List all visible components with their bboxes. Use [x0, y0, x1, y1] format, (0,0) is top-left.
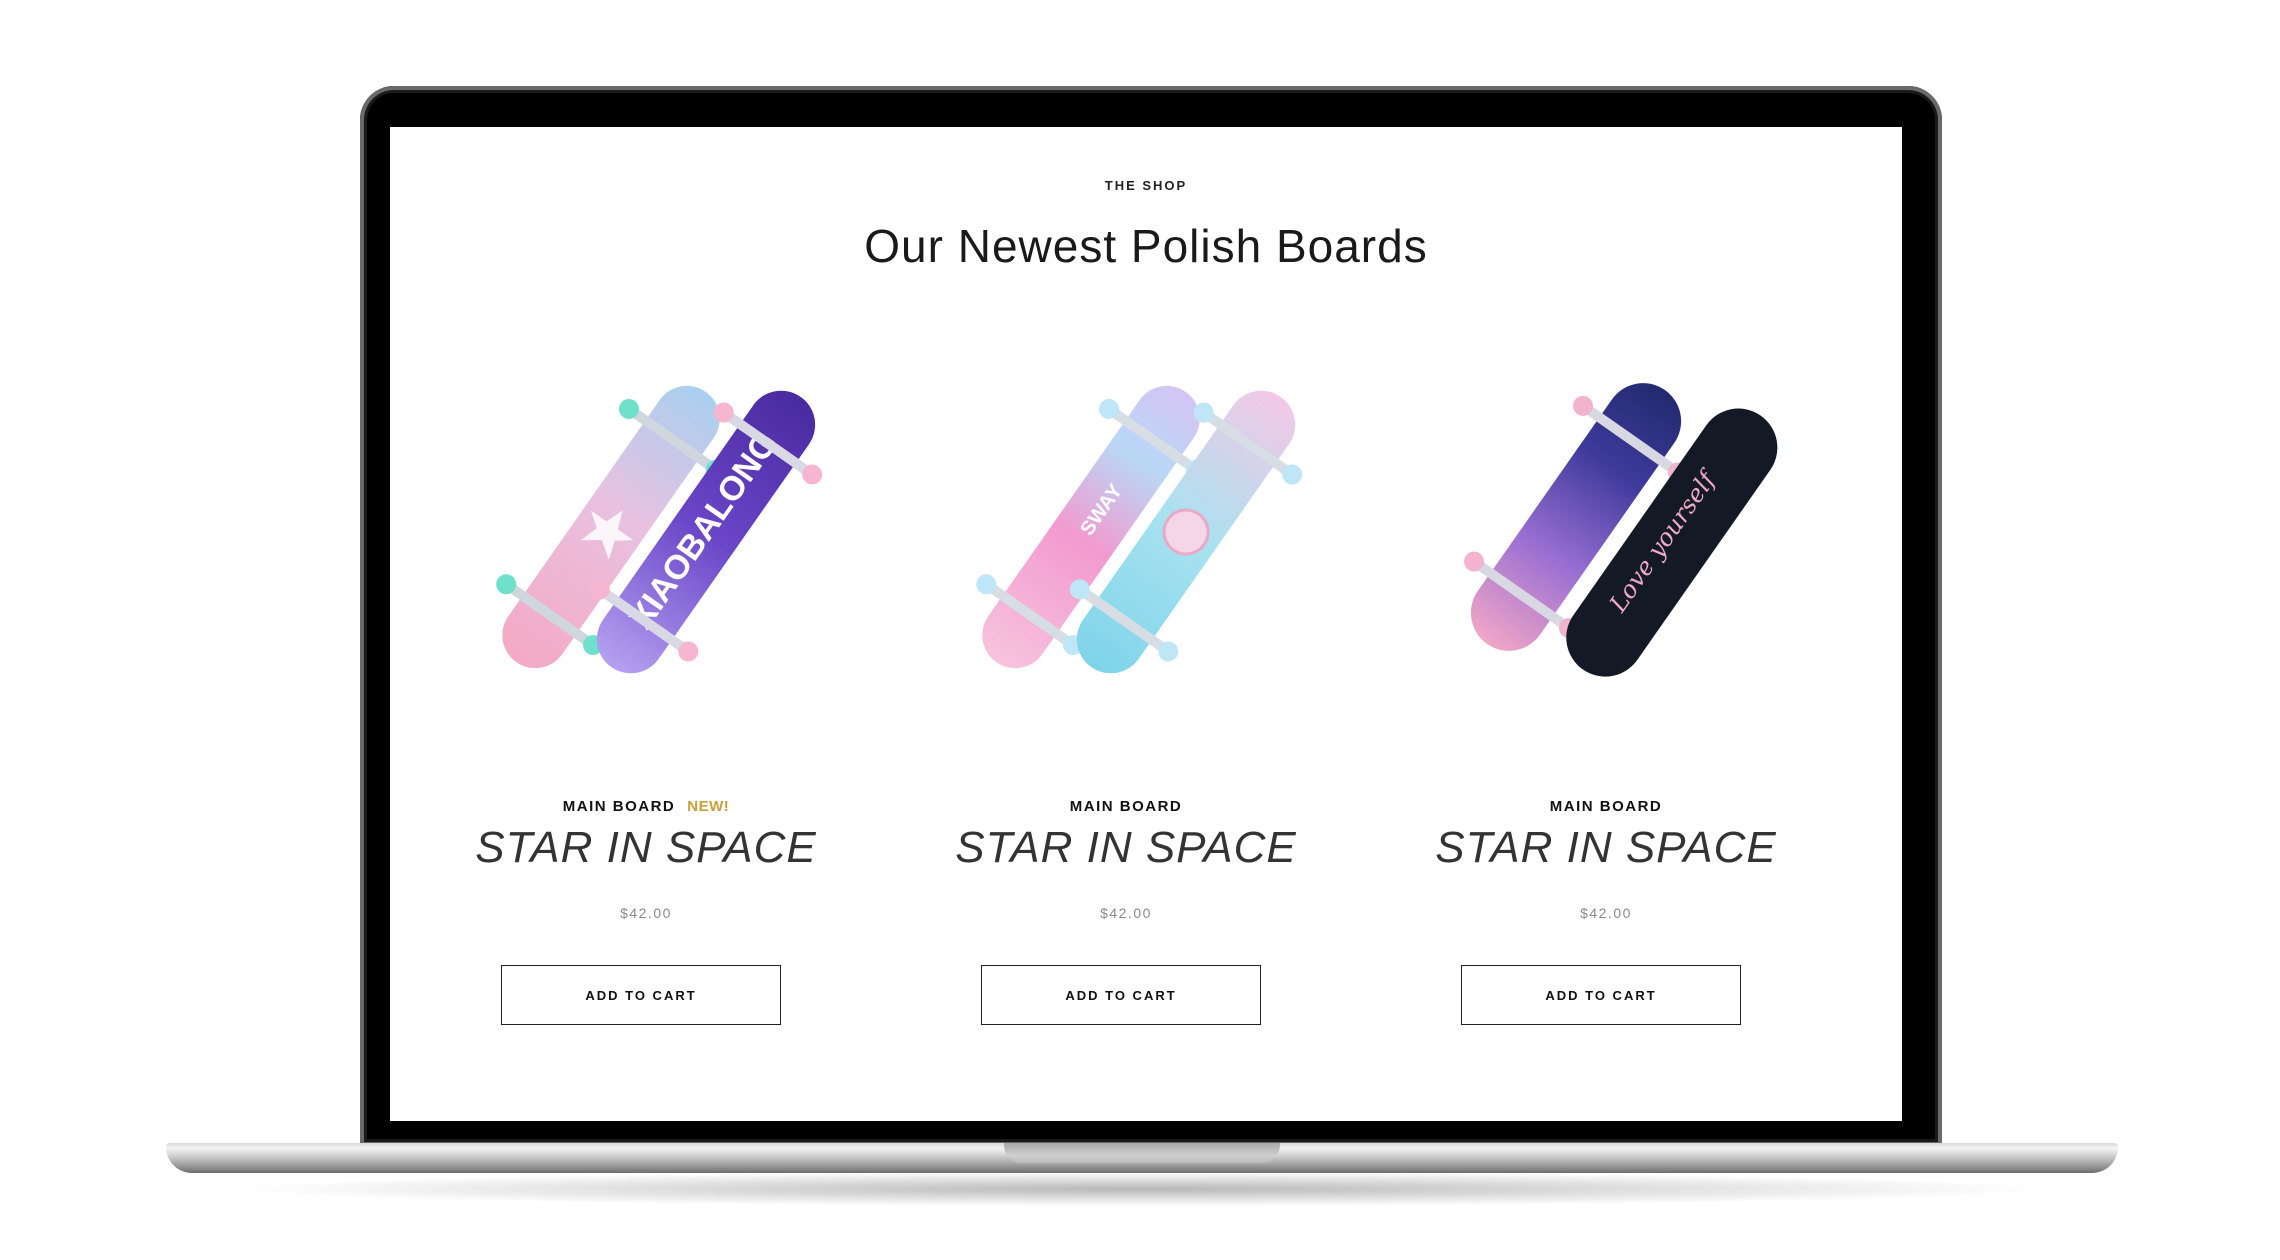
product-card: Love yourself MAIN BOARD STAR IN SPACE $…: [1366, 127, 1846, 1121]
product-price: $42.00: [1100, 905, 1152, 921]
product-card: XIAOBALONG MAIN BOARD NEW! STAR IN SPACE …: [406, 127, 886, 1121]
product-category: MAIN BOARD: [562, 798, 676, 815]
product-category-line: MAIN BOARD NEW!: [406, 798, 886, 815]
add-to-cart-button[interactable]: ADD TO CART: [981, 965, 1261, 1025]
product-name[interactable]: STAR IN SPACE: [886, 823, 1366, 873]
product-price: $42.00: [620, 905, 672, 921]
add-to-cart-button[interactable]: ADD TO CART: [501, 965, 781, 1025]
product-image[interactable]: Love yourself: [1426, 357, 1786, 697]
product-image[interactable]: SWAY: [946, 357, 1306, 697]
new-badge: NEW!: [687, 798, 730, 815]
product-card: SWAY MAIN BOARD STAR IN SPACE $42.00 ADD…: [886, 127, 1366, 1121]
laptop-screen: THE SHOP Our Newest Polish Boards XIAOBA…: [390, 127, 1902, 1121]
product-name[interactable]: STAR IN SPACE: [1366, 823, 1846, 873]
laptop-notch: [1004, 1143, 1280, 1163]
product-name[interactable]: STAR IN SPACE: [406, 823, 886, 873]
longboards-illustration: SWAY: [976, 385, 1303, 674]
add-to-cart-button[interactable]: ADD TO CART: [1461, 965, 1741, 1025]
product-category-line: MAIN BOARD: [1366, 798, 1846, 815]
laptop-shadow: [250, 1172, 2034, 1206]
skateboards-illustration: Love yourself: [1463, 383, 1778, 677]
longboards-illustration: XIAOBALONG: [496, 385, 823, 674]
product-category: MAIN BOARD: [1069, 798, 1183, 815]
product-image[interactable]: XIAOBALONG: [466, 357, 826, 697]
product-price: $42.00: [1580, 905, 1632, 921]
product-category: MAIN BOARD: [1549, 798, 1663, 815]
product-category-line: MAIN BOARD: [886, 798, 1366, 815]
